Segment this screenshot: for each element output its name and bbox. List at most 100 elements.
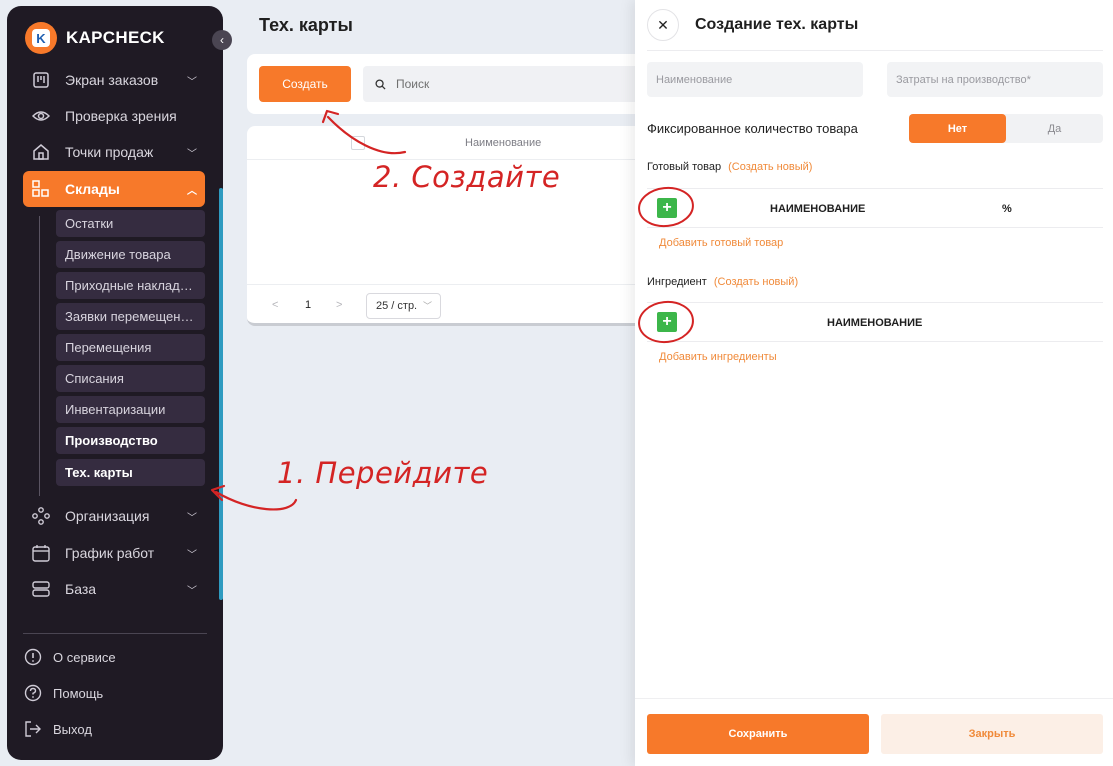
sidebar-subitem-tech-cards[interactable]: Тех. карты: [56, 459, 205, 486]
sidebar-footer-label: Выход: [53, 721, 92, 737]
plus-icon: +: [662, 199, 672, 216]
next-page-button[interactable]: >: [336, 299, 342, 311]
production-cost-input[interactable]: [887, 62, 1103, 97]
create-button[interactable]: Создать: [259, 66, 351, 102]
info-icon: [23, 647, 43, 667]
chevron-down-icon: ﹀: [187, 550, 197, 561]
chevron-down-icon: ﹀: [187, 513, 197, 524]
plus-icon: +: [662, 313, 672, 330]
create-tech-card-drawer: ✕ Создание тех. карты Фиксированное коли…: [635, 0, 1113, 766]
column-header-name[interactable]: Наименование: [465, 137, 541, 149]
select-all-checkbox[interactable]: [351, 136, 365, 150]
sidebar-subitem-transfers[interactable]: Перемещения: [56, 334, 205, 361]
close-icon: ✕: [657, 16, 669, 33]
organization-icon: [31, 506, 51, 526]
sidebar-subitem-incoming-invoices[interactable]: Приходные наклад…: [56, 272, 205, 299]
tech-cards-table: Наименование < 1 > 25 / стр. ﹀: [247, 126, 647, 326]
add-ingredient-link[interactable]: Добавить ингредиенты: [659, 351, 777, 363]
sidebar-subitem-stock[interactable]: Остатки: [56, 210, 205, 237]
sidebar-item-schedule[interactable]: График работ ﹀: [23, 535, 205, 571]
search-input[interactable]: [396, 77, 596, 91]
sidebar-item-label: Организация: [65, 508, 150, 524]
pagination: < 1 > 25 / стр. ﹀: [247, 284, 647, 324]
ingredient-header: + НАИМЕНОВАНИЕ: [647, 302, 1103, 342]
sidebar-subitem-transfer-requests[interactable]: Заявки перемещен…: [56, 303, 205, 330]
create-new-finished-link[interactable]: (Создать новый): [728, 161, 812, 173]
name-field: [647, 62, 863, 97]
toggle-no-option[interactable]: Нет: [909, 114, 1006, 143]
finished-goods-section: Готовый товар (Создать новый): [647, 161, 812, 173]
footer-divider: [635, 698, 1113, 699]
calendar-icon: [31, 543, 51, 563]
chevron-down-icon: ﹀: [187, 77, 197, 88]
store-icon: [31, 142, 51, 162]
finished-goods-label: Готовый товар: [647, 161, 722, 173]
save-button[interactable]: Сохранить: [647, 714, 869, 754]
search-icon: [375, 78, 386, 90]
sidebar-footer-label: О сервисе: [53, 649, 116, 665]
add-finished-good-button[interactable]: +: [657, 198, 677, 218]
page-number[interactable]: 1: [305, 299, 311, 311]
add-ingredient-button[interactable]: +: [657, 312, 677, 332]
sidebar-subitem-inventory[interactable]: Инвентаризации: [56, 396, 205, 423]
submenu-guide-line: [39, 216, 40, 496]
chevron-down-icon: ﹀: [422, 301, 432, 311]
sidebar-item-base[interactable]: База ﹀: [23, 571, 205, 607]
sidebar-item-label: Точки продаж: [65, 144, 154, 160]
sidebar-item-label: Склады: [65, 181, 120, 197]
sidebar-subitem-goods-movement[interactable]: Движение товара: [56, 241, 205, 268]
finished-goods-header: + НАИМЕНОВАНИЕ %: [647, 188, 1103, 228]
close-button[interactable]: Закрыть: [881, 714, 1103, 754]
sidebar-item-orders-screen[interactable]: Экран заказов ﹀: [23, 62, 205, 98]
drawer-divider: [647, 50, 1103, 51]
name-input[interactable]: [647, 62, 863, 97]
sidebar-item-label: График работ: [65, 545, 155, 561]
sidebar-help[interactable]: Помощь: [23, 678, 103, 708]
sidebar-about[interactable]: О сервисе: [23, 642, 116, 672]
annotation-step2: 2. Создайте: [373, 160, 561, 194]
sidebar-item-sales-points[interactable]: Точки продаж ﹀: [23, 134, 205, 170]
cost-field: [887, 62, 1103, 97]
app-logo[interactable]: K KAPCHECK: [25, 22, 165, 54]
prev-page-button[interactable]: <: [272, 299, 278, 311]
annotation-arrow-techcards: [214, 490, 298, 511]
sidebar-scrollbar[interactable]: [219, 188, 223, 600]
sidebar-item-organization[interactable]: Организация ﹀: [23, 498, 205, 534]
eye-icon: [31, 106, 51, 126]
finished-col-percent: %: [1002, 203, 1012, 215]
chevron-down-icon: ﹀: [187, 586, 197, 597]
collapse-sidebar-button[interactable]: ‹: [212, 30, 232, 50]
page-size-select[interactable]: 25 / стр. ﹀: [366, 293, 441, 319]
app-name: KAPCHECK: [66, 28, 165, 47]
sidebar: K KAPCHECK Экран заказов ﹀ Проверка зрен…: [7, 6, 223, 760]
table-header: Наименование: [247, 126, 647, 160]
ingredient-label: Ингредиент: [647, 276, 707, 288]
help-icon: [23, 683, 43, 703]
fixed-quantity-label: Фиксированное количество товара: [647, 121, 858, 136]
sidebar-item-label: Проверка зрения: [65, 108, 177, 124]
sidebar-divider: [23, 633, 207, 634]
toggle-yes-option[interactable]: Да: [1006, 114, 1103, 143]
search-box: [363, 66, 647, 102]
logo-mark-icon: K: [25, 22, 57, 54]
chevron-up-icon: ︿: [187, 186, 197, 197]
sidebar-footer-label: Помощь: [53, 685, 104, 701]
sidebar-item-label: Экран заказов: [65, 72, 159, 88]
add-finished-good-link[interactable]: Добавить готовый товар: [659, 237, 783, 249]
annotation-step1: 1. Перейдите: [277, 456, 489, 490]
close-drawer-button[interactable]: ✕: [647, 9, 679, 41]
sidebar-item-vision-check[interactable]: Проверка зрения: [23, 98, 205, 134]
database-icon: [31, 579, 51, 599]
sidebar-item-label: База: [65, 581, 97, 597]
drawer-title: Создание тех. карты: [695, 16, 859, 33]
sidebar-item-warehouses[interactable]: Склады ︿: [23, 171, 205, 207]
create-new-ingredient-link[interactable]: (Создать новый): [714, 276, 798, 288]
kanban-icon: [31, 70, 51, 90]
ingredient-col-name: НАИМЕНОВАНИЕ: [827, 317, 923, 329]
sidebar-logout[interactable]: Выход: [23, 714, 92, 744]
sidebar-subitem-production[interactable]: Производство: [56, 427, 205, 454]
chevron-down-icon: ﹀: [187, 149, 197, 160]
sidebar-subitem-write-offs[interactable]: Списания: [56, 365, 205, 392]
ingredient-section: Ингредиент (Создать новый): [647, 276, 798, 288]
logout-icon: [23, 719, 43, 739]
